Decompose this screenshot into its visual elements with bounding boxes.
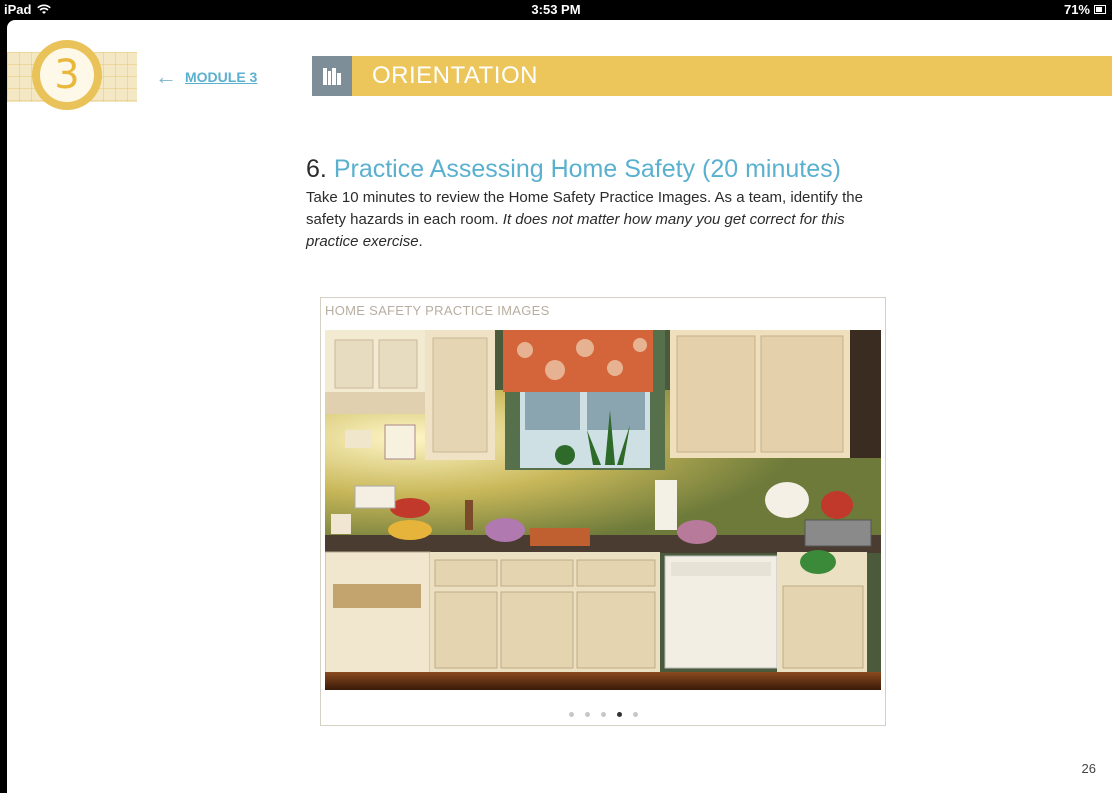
pager-dot-active[interactable] <box>616 712 622 717</box>
battery-icon <box>1094 5 1106 14</box>
module-badge: 3 <box>32 40 102 110</box>
section-banner: ORIENTATION <box>312 56 1112 96</box>
pager-dot[interactable] <box>568 712 574 717</box>
page: 3 ← MODULE 3 ORIENTATION 6. Practice Ass… <box>7 20 1112 793</box>
status-right: 71% <box>1064 2 1106 17</box>
pager-dot[interactable] <box>584 712 590 717</box>
main-content: 6. Practice Assessing Home Safety (20 mi… <box>306 152 896 253</box>
module-number: 3 <box>40 48 94 102</box>
instructions-end: . <box>418 233 423 250</box>
pager-dot[interactable] <box>632 712 638 717</box>
gallery-caption: HOME SAFETY PRACTICE IMAGES <box>325 303 550 318</box>
kitchen-photo[interactable] <box>325 330 881 690</box>
section-icon-box <box>312 56 352 96</box>
back-to-module-link[interactable]: ← MODULE 3 <box>155 66 257 88</box>
activity-heading: 6. Practice Assessing Home Safety (20 mi… <box>306 152 896 186</box>
section-title: ORIENTATION <box>372 62 538 89</box>
pager-dot[interactable] <box>600 712 606 717</box>
back-link-label: MODULE 3 <box>185 69 258 85</box>
page-number: 26 <box>1081 761 1096 776</box>
image-gallery[interactable]: HOME SAFETY PRACTICE IMAGES <box>320 297 886 726</box>
book-icon <box>323 67 341 85</box>
kitchen-illustration <box>325 330 881 690</box>
battery-percent: 71% <box>1063 2 1090 17</box>
activity-title: Practice Assessing Home Safety (20 minut… <box>333 155 841 183</box>
status-time: 3:53 PM <box>531 2 581 17</box>
status-bar: iPad 3:53 PM 71% <box>0 0 1112 20</box>
gallery-pager[interactable] <box>321 712 885 717</box>
back-arrow-icon: ← <box>155 64 177 89</box>
activity-number: 6. <box>306 155 327 183</box>
activity-instructions: Take 10 minutes to review the Home Safet… <box>306 187 896 253</box>
